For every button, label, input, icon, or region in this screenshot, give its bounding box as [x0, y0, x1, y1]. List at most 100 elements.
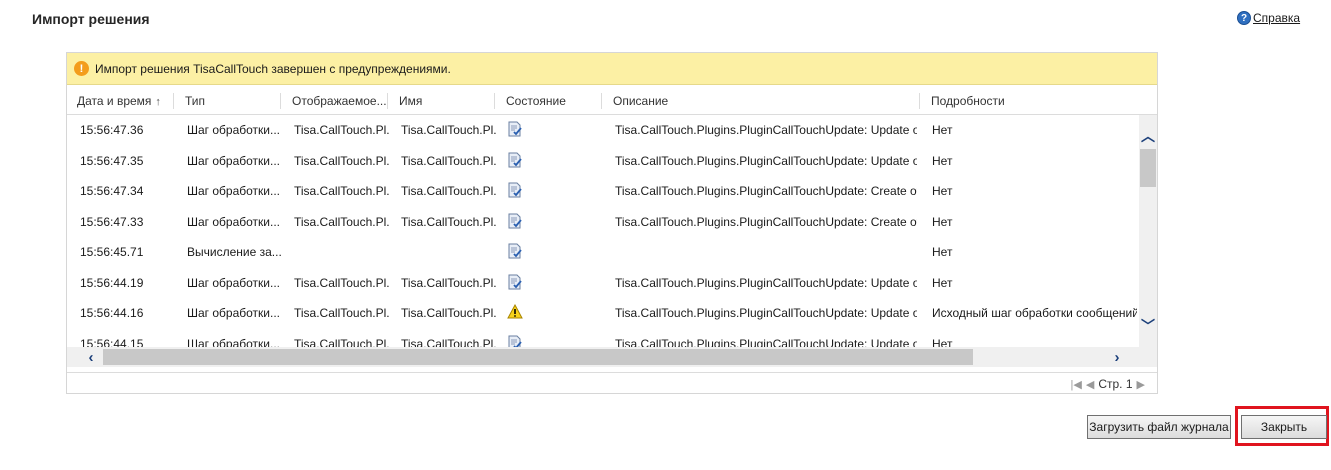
cell-time: 15:56:47.34: [80, 184, 144, 198]
doc-check-icon: [507, 335, 523, 347]
grid-footer: |◀ ◀ Стр. 1 ▶: [67, 372, 1157, 394]
column-separator[interactable]: [919, 93, 920, 109]
cell-type: Шаг обработки...: [187, 336, 281, 348]
cell-description: Tisa.CallTouch.Plugins.PluginCallTouchUp…: [615, 214, 917, 229]
horizontal-scroll-thumb[interactable]: [103, 349, 973, 365]
horizontal-scrollbar[interactable]: ‹ ›: [67, 347, 1157, 367]
cell-name: [401, 244, 497, 260]
cell-description: Tisa.CallTouch.Plugins.PluginCallTouchUp…: [615, 336, 917, 348]
scroll-down-icon[interactable]: ﹀: [1139, 317, 1157, 335]
column-header-status[interactable]: Состояние: [496, 87, 600, 115]
cell-details: Нет: [932, 153, 953, 168]
cell-name: Tisa.CallTouch.Pl...: [401, 123, 497, 137]
cell-description: Tisa.CallTouch.Plugins.PluginCallTouchUp…: [615, 184, 917, 198]
notification-bar: ! Импорт решения TisaCallTouch завершен …: [67, 53, 1157, 85]
cell-type: Шаг обработки...: [187, 306, 281, 320]
grid-rows: 15:56:47.36 Шаг обработки... Tisa.CallTouc…: [67, 115, 1139, 347]
table-row[interactable]: 15:56:47.34 Шаг обработки... Tisa.CallTouc…: [67, 176, 1139, 206]
cell-display-name: Tisa.CallTouch.Pl...: [294, 184, 390, 198]
grid-header: Дата и время ↑ Тип Отображаемое... Имя Со…: [67, 87, 1157, 115]
column-separator[interactable]: [387, 93, 388, 109]
scroll-right-icon[interactable]: ›: [1107, 347, 1127, 367]
cell-details: Нет: [932, 184, 953, 198]
cell-time: 15:56:44.16: [80, 306, 144, 320]
warning-circle-icon: !: [74, 61, 89, 76]
column-separator[interactable]: [280, 93, 281, 109]
help-link[interactable]: ? Справка: [1237, 11, 1300, 25]
next-page-icon[interactable]: ▶: [1137, 378, 1145, 391]
cell-time: 15:56:44.15: [80, 336, 144, 348]
column-header-name[interactable]: Имя: [389, 87, 493, 115]
doc-check-icon: [507, 152, 523, 168]
cell-details: Нет: [932, 214, 953, 229]
column-separator[interactable]: [494, 93, 495, 109]
cell-time: 15:56:45.71: [80, 245, 144, 259]
cell-type: Шаг обработки...: [187, 153, 281, 168]
table-row[interactable]: 15:56:44.16 Шаг обработки... Tisa.CallTouc…: [67, 298, 1139, 328]
cell-time: 15:56:44.19: [80, 275, 144, 290]
vertical-scrollbar[interactable]: ︿ ﹀: [1139, 115, 1157, 347]
results-grid: Дата и время ↑ Тип Отображаемое... Имя Со…: [67, 87, 1157, 367]
warning-icon: [507, 303, 523, 320]
table-row[interactable]: 15:56:47.36 Шаг обработки... Tisa.CallTouc…: [67, 115, 1139, 145]
cell-type: Шаг обработки...: [187, 214, 281, 229]
cell-display-name: Tisa.CallTouch.Pl...: [294, 123, 390, 137]
cell-details: Нет: [932, 123, 953, 137]
cell-details: Нет: [932, 245, 953, 259]
vertical-scroll-thumb[interactable]: [1140, 149, 1156, 187]
cell-display-name: Tisa.CallTouch.Pl...: [294, 214, 390, 229]
cell-time: 15:56:47.35: [80, 153, 144, 168]
cell-display-name: Tisa.CallTouch.Pl...: [294, 275, 390, 290]
cell-description: Tisa.CallTouch.Plugins.PluginCallTouchUp…: [615, 123, 917, 137]
column-separator[interactable]: [173, 93, 174, 109]
column-header-type[interactable]: Тип: [175, 87, 279, 115]
cell-time: 15:56:47.36: [80, 123, 144, 137]
cell-name: Tisa.CallTouch.Pl...: [401, 184, 497, 198]
column-header-details[interactable]: Подробности: [921, 87, 1137, 115]
cell-name: Tisa.CallTouch.Pl...: [401, 153, 497, 168]
cell-details: Исходный шаг обработки сообщений S: [932, 306, 1137, 320]
cell-type: Вычисление за...: [187, 245, 282, 259]
scroll-up-icon[interactable]: ︿: [1139, 127, 1157, 145]
cell-description: Tisa.CallTouch.Plugins.PluginCallTouchUp…: [615, 153, 917, 168]
column-header-datetime[interactable]: Дата и время ↑: [67, 87, 173, 115]
column-separator[interactable]: [601, 93, 602, 109]
cell-type: Шаг обработки...: [187, 123, 281, 137]
cell-name: Tisa.CallTouch.Pl...: [401, 214, 497, 229]
doc-check-icon: [507, 182, 523, 198]
first-page-icon[interactable]: |◀: [1071, 378, 1082, 391]
cell-time: 15:56:47.33: [80, 214, 144, 229]
cell-name: Tisa.CallTouch.Pl...: [401, 336, 497, 348]
table-row[interactable]: 15:56:45.71 Вычисление за... Нет: [67, 237, 1139, 267]
cell-name: Tisa.CallTouch.Pl...: [401, 275, 497, 290]
cell-display-name: Tisa.CallTouch.Pl...: [294, 336, 390, 348]
doc-check-icon: [507, 213, 523, 229]
column-header-label: Дата и время: [77, 94, 152, 108]
cell-display-name: Tisa.CallTouch.Pl...: [294, 153, 390, 168]
import-results-panel: ! Импорт решения TisaCallTouch завершен …: [66, 52, 1158, 394]
table-row[interactable]: 15:56:47.33 Шаг обработки... Tisa.CallTouc…: [67, 207, 1139, 237]
cell-type: Шаг обработки...: [187, 184, 281, 198]
page-indicator: Стр. 1: [1098, 377, 1133, 391]
column-header-description[interactable]: Описание: [603, 87, 919, 115]
cell-description: Tisa.CallTouch.Plugins.PluginCallTouchUp…: [615, 275, 917, 290]
column-header-display-name[interactable]: Отображаемое...: [282, 87, 386, 115]
pager: |◀ ◀ Стр. 1 ▶: [1071, 377, 1145, 391]
page-title: Импорт решения: [32, 11, 150, 27]
cell-description: Tisa.CallTouch.Plugins.PluginCallTouchUp…: [615, 306, 917, 320]
cell-display-name: Tisa.CallTouch.Pl...: [294, 306, 390, 320]
previous-page-icon[interactable]: ◀: [1086, 378, 1094, 391]
help-label[interactable]: Справка: [1253, 11, 1300, 25]
table-row[interactable]: 15:56:44.15 Шаг обработки... Tisa.CallTouc…: [67, 329, 1139, 348]
table-row[interactable]: 15:56:44.19 Шаг обработки... Tisa.CallTouc…: [67, 268, 1139, 298]
close-button[interactable]: Закрыть: [1241, 415, 1327, 439]
table-row[interactable]: 15:56:47.35 Шаг обработки... Tisa.CallTouc…: [67, 146, 1139, 176]
scroll-left-icon[interactable]: ‹: [81, 347, 101, 367]
cell-details: Нет: [932, 275, 953, 290]
download-log-button[interactable]: Загрузить файл журнала: [1087, 415, 1231, 439]
help-icon: ?: [1237, 11, 1251, 25]
sort-ascending-icon: ↑: [155, 96, 161, 108]
doc-check-icon: [507, 121, 523, 137]
cell-details: Нет: [932, 336, 953, 348]
doc-check-icon: [507, 243, 523, 259]
